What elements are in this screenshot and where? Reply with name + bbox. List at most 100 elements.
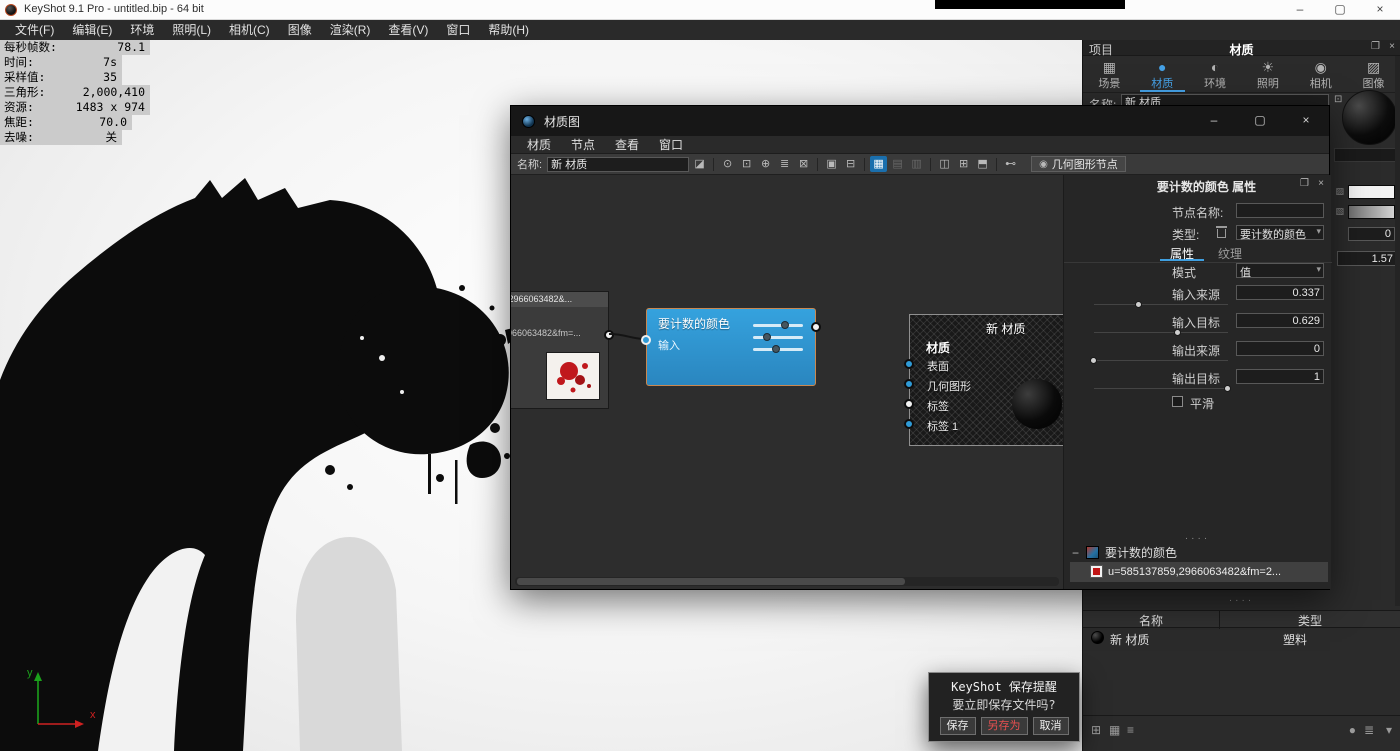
sort-icon[interactable]: ≣ — [1364, 723, 1374, 737]
label-pin[interactable] — [904, 399, 914, 409]
smooth-checkbox[interactable] — [1172, 396, 1183, 407]
dock-close-icon[interactable]: × — [1318, 178, 1324, 189]
node-type-select[interactable]: 要计数的颜色 ▾ — [1236, 225, 1324, 240]
menu-view[interactable]: 查看(V) — [379, 20, 437, 40]
dock-splitter[interactable]: ···· — [1064, 535, 1331, 543]
column-name[interactable]: 名称 — [1083, 612, 1219, 629]
menu-lighting[interactable]: 照明(L) — [163, 20, 220, 40]
panel-scrollbar[interactable] — [1395, 56, 1400, 606]
slider-handle[interactable] — [1135, 301, 1142, 308]
label1-pin[interactable] — [904, 419, 914, 429]
preview-sphere-icon[interactable]: ● — [1349, 723, 1356, 737]
menu-render[interactable]: 渲染(R) — [321, 20, 380, 40]
color-node-input-pin[interactable] — [641, 335, 651, 345]
texture-map-icon[interactable]: ▤ — [889, 156, 906, 172]
graph-menu-material[interactable]: 材质 — [517, 136, 561, 153]
copy-icon[interactable]: ▣ — [823, 156, 840, 172]
geometry-pin[interactable] — [904, 379, 914, 389]
tab-camera[interactable]: ◉ 相机 — [1294, 56, 1347, 92]
save-button[interactable]: 保存 — [940, 717, 976, 735]
slider-handle[interactable] — [1090, 357, 1097, 364]
graph-close-button[interactable]: × — [1283, 106, 1329, 136]
menu-camera[interactable]: 相机(C) — [220, 20, 279, 40]
material-root-node[interactable]: 新 材质 材质 表面 几何图形 标签 标签 1 — [909, 314, 1063, 446]
detach-icon[interactable]: ⊡ — [1334, 94, 1342, 105]
tree-item-texture[interactable]: u=585137859,2966063482&fm=2... — [1070, 562, 1328, 582]
animation-node-icon[interactable]: ⬒ — [974, 156, 991, 172]
canvas-hscrollbar-thumb[interactable] — [517, 578, 905, 585]
menu-window[interactable]: 窗口 — [437, 20, 479, 40]
tab-image[interactable]: ▨ 图像 — [1347, 56, 1400, 92]
texture-slot-icon[interactable]: ▧ — [1335, 206, 1344, 217]
tab-scene[interactable]: ▦ 场景 — [1083, 56, 1136, 92]
fit-view-icon[interactable]: ⊡ — [738, 156, 755, 172]
utility-node-icon[interactable]: ⊞ — [955, 156, 972, 172]
tab-material[interactable]: ● 材质 — [1136, 56, 1189, 92]
graph-maximize-button[interactable]: ▢ — [1237, 106, 1283, 136]
lock-icon[interactable]: ⊠ — [795, 156, 812, 172]
input-from-value[interactable] — [1236, 285, 1324, 300]
graph-menu-node[interactable]: 节点 — [561, 136, 605, 153]
color-node-output-pin[interactable] — [811, 322, 821, 332]
graph-menu-view[interactable]: 查看 — [605, 136, 649, 153]
connection-wire[interactable] — [609, 334, 645, 339]
maximize-button[interactable]: ▢ — [1320, 0, 1360, 20]
texture-slot-icon[interactable]: ▨ — [1335, 186, 1344, 197]
color-to-number-node[interactable]: 要计数的颜色 输入 — [646, 308, 816, 386]
panel-close-icon[interactable]: × — [1389, 41, 1395, 52]
panel-float-icon[interactable]: ❐ — [1371, 41, 1380, 52]
texture-output-pin[interactable] — [604, 330, 614, 340]
material-list-row[interactable]: 新 材质 塑料 — [1083, 629, 1400, 647]
surface-pin[interactable] — [904, 359, 914, 369]
filter-icon[interactable]: ▾ — [1386, 723, 1392, 737]
geometry-node-button[interactable]: ◉ 几何图形节点 — [1031, 156, 1126, 172]
tune-icon[interactable]: ≣ — [776, 156, 793, 172]
slider-handle[interactable] — [1224, 385, 1231, 392]
panel-splitter[interactable]: ···· — [1083, 597, 1400, 605]
material-prop-field[interactable] — [1334, 148, 1396, 162]
add-node-icon[interactable]: ⊕ — [757, 156, 774, 172]
menu-file[interactable]: 文件(F) — [6, 20, 63, 40]
close-button[interactable]: × — [1360, 0, 1400, 20]
node-name-input[interactable] — [1236, 203, 1324, 218]
ior-value-input[interactable] — [1337, 251, 1397, 266]
grid-view-icon[interactable]: ⊞ — [1091, 723, 1101, 737]
graph-window-titlebar[interactable]: 材质图 – ▢ × — [511, 106, 1329, 136]
texture-utility-icon[interactable]: ▥ — [908, 156, 925, 172]
save-as-button[interactable]: 另存为 — [981, 717, 1028, 735]
list-view-icon[interactable]: ≡ — [1127, 723, 1134, 737]
output-to-value[interactable] — [1236, 369, 1324, 384]
tree-item-color-node[interactable]: − 要计数的颜色 — [1070, 544, 1328, 562]
save-icon[interactable]: ◪ — [691, 156, 708, 172]
texture-node[interactable]: 9,2966063482&... 2966063482&fm=... — [511, 291, 609, 409]
graph-menu-window[interactable]: 窗口 — [649, 136, 693, 153]
tab-lighting[interactable]: ☀ 照明 — [1241, 56, 1294, 92]
roughness-value-input[interactable] — [1348, 227, 1395, 241]
cancel-button[interactable]: 取消 — [1033, 717, 1069, 735]
diffuse-color-swatch[interactable] — [1348, 185, 1395, 199]
column-type[interactable]: 类型 — [1220, 612, 1400, 629]
menu-environment[interactable]: 环境 — [121, 20, 163, 40]
mode-select[interactable]: 值 ▾ — [1236, 263, 1324, 278]
dock-float-icon[interactable]: ❐ — [1300, 178, 1309, 189]
output-from-value[interactable] — [1236, 341, 1324, 356]
zoom-icon[interactable]: ⊙ — [719, 156, 736, 172]
material-node-icon[interactable]: ◫ — [936, 156, 953, 172]
menu-edit[interactable]: 编辑(E) — [63, 20, 121, 40]
specular-color-swatch[interactable] — [1348, 205, 1395, 219]
minimize-button[interactable]: – — [1280, 0, 1320, 20]
collapse-icon[interactable]: − — [1072, 544, 1079, 562]
tab-textures[interactable]: 纹理 — [1208, 245, 1252, 261]
slider-handle[interactable] — [1174, 329, 1181, 336]
node-canvas[interactable]: 9,2966063482&... 2966063482&fm=... — [511, 175, 1063, 589]
input-to-value[interactable] — [1236, 313, 1324, 328]
thumbnail-view-icon[interactable]: ▦ — [1109, 723, 1120, 737]
tab-environment[interactable]: ◐ 环境 — [1189, 56, 1242, 92]
delete-node-icon[interactable] — [1216, 226, 1227, 238]
tab-properties[interactable]: 属性 — [1160, 245, 1204, 261]
graph-material-name-input[interactable] — [547, 157, 689, 172]
menu-help[interactable]: 帮助(H) — [479, 20, 538, 40]
menu-image[interactable]: 图像 — [279, 20, 321, 40]
material-preview-sphere[interactable] — [1342, 90, 1397, 145]
graph-minimize-button[interactable]: – — [1191, 106, 1237, 136]
